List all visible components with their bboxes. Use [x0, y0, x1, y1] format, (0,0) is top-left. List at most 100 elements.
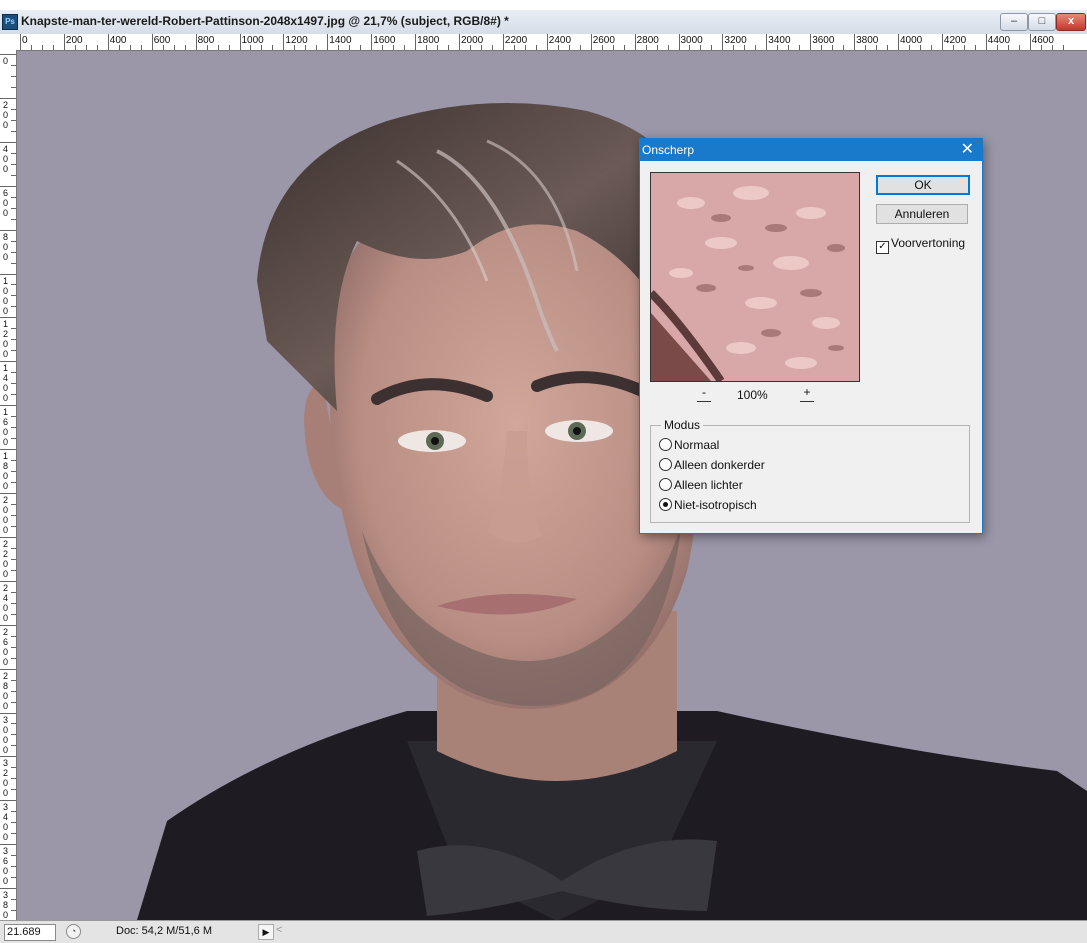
ruler-h-minor-tick: [667, 45, 669, 50]
ruler-h-label: 3000: [680, 35, 703, 46]
dialog-title: Onscherp: [642, 143, 695, 157]
radio-icon[interactable]: [659, 478, 672, 491]
ruler-v-label: 3800: [3, 890, 9, 920]
ruler-h-minor-tick: [294, 45, 296, 50]
ruler-h-major-tick: [1029, 34, 1031, 50]
ruler-h-minor-tick: [272, 45, 274, 50]
ruler-h-minor-tick: [393, 45, 395, 50]
ruler-v-minor-tick: [11, 482, 16, 484]
ruler-v-label: 200: [3, 99, 9, 130]
ruler-h-major-tick: [415, 34, 417, 50]
ruler-v-minor-tick: [11, 690, 16, 692]
mode-option-lighter[interactable]: Alleen lichter: [659, 478, 743, 492]
ruler-v-minor-tick: [11, 778, 16, 780]
preview-checkbox[interactable]: ✓ Voorvertoning: [876, 236, 965, 254]
mode-option-normal[interactable]: Normaal: [659, 438, 719, 452]
status-menu-arrow-icon[interactable]: ▶: [258, 924, 274, 940]
ruler-h-minor-tick: [469, 45, 471, 50]
maximize-button[interactable]: □: [1028, 13, 1056, 31]
ruler-v-label: 1800: [3, 451, 9, 492]
zoom-in-button[interactable]: +: [800, 386, 814, 402]
ruler-h-label: 3800: [856, 35, 879, 46]
ruler-v-minor-tick: [11, 734, 16, 736]
ruler-h-major-tick: [239, 34, 241, 50]
mode-option-anisotropic[interactable]: Niet-isotropisch: [659, 498, 757, 512]
ruler-h-major-tick: [590, 34, 592, 50]
ruler-v-major-tick: [0, 405, 16, 407]
ruler-v-major-tick: [0, 273, 16, 275]
ruler-h-minor-tick: [52, 45, 54, 50]
ruler-h-minor-tick: [305, 45, 307, 50]
minimize-button[interactable]: –: [1000, 13, 1028, 31]
mode-option-label: Normaal: [674, 438, 720, 452]
ruler-h-minor-tick: [426, 45, 428, 50]
mode-option-label: Alleen lichter: [674, 478, 743, 492]
ruler-v-major-tick: [0, 449, 16, 451]
ruler-h-minor-tick: [491, 45, 493, 50]
ruler-v-major-tick: [0, 844, 16, 846]
ruler-v-label: 1400: [3, 363, 9, 404]
ruler-h-minor-tick: [799, 45, 801, 50]
ruler-v-label: 600: [3, 187, 9, 218]
mode-option-label: Alleen donkerder: [674, 458, 765, 472]
ruler-v-minor-tick: [11, 295, 16, 297]
ruler-v-major-tick: [0, 185, 16, 187]
close-button[interactable]: x: [1056, 13, 1086, 31]
ruler-h-minor-tick: [700, 45, 702, 50]
ruler-v-minor-tick: [11, 514, 16, 516]
mode-option-darker[interactable]: Alleen donkerder: [659, 458, 765, 472]
ruler-h-label: 3600: [812, 35, 835, 46]
dialog-title-bar[interactable]: Onscherp ✕: [640, 139, 982, 161]
radio-icon[interactable]: [659, 438, 672, 451]
ruler-v-minor-tick: [11, 602, 16, 604]
ruler-v-minor-tick: [11, 119, 16, 121]
ruler-h-minor-tick: [535, 45, 537, 50]
checkbox-check-icon[interactable]: ✓: [876, 241, 889, 254]
document-title-bar[interactable]: Ps Knapste-man-ter-wereld-Robert-Pattins…: [0, 10, 1087, 35]
radio-selected-icon[interactable]: [659, 498, 672, 511]
ruler-h-major-tick: [459, 34, 460, 50]
blur-filter-dialog[interactable]: Onscherp ✕ - 100% + OK Annuleren ✓ Voorv…: [639, 138, 983, 534]
vertical-ruler[interactable]: 0 200 400 600 800 1000 1200 1400 1600 1800 2000 220…: [0, 50, 17, 920]
ruler-v-label: 3200: [3, 758, 9, 799]
ruler-h-major-tick: [371, 34, 373, 50]
mode-group: Modus Normaal Alleen donkerder Alleen li…: [650, 418, 970, 523]
ok-button[interactable]: OK: [876, 175, 970, 195]
ruler-h-minor-tick: [1007, 45, 1009, 50]
dialog-close-icon[interactable]: ✕: [961, 140, 974, 160]
ruler-h-label: 0: [22, 35, 28, 46]
ruler-h-minor-tick: [568, 45, 570, 50]
document-title: Knapste-man-ter-wereld-Robert-Pattinson-…: [21, 14, 509, 28]
ruler-h-minor-tick: [579, 45, 581, 50]
cancel-button[interactable]: Annuleren: [876, 204, 968, 224]
ruler-h-minor-tick: [184, 45, 186, 50]
ruler-v-minor-tick: [11, 789, 16, 791]
ruler-h-minor-tick: [162, 45, 164, 50]
ruler-origin[interactable]: [0, 34, 17, 51]
ruler-v-minor-tick: [11, 723, 16, 725]
zoom-input[interactable]: 21.689: [4, 924, 56, 941]
ruler-h-minor-tick: [996, 45, 998, 50]
ruler-h-minor-tick: [524, 45, 526, 50]
ruler-v-label: 3600: [3, 846, 9, 887]
filter-preview[interactable]: [650, 172, 860, 382]
ruler-h-minor-tick: [821, 45, 823, 50]
status-info-icon[interactable]: ◔: [66, 924, 81, 939]
scroll-left-icon[interactable]: <: [276, 924, 282, 936]
radio-icon[interactable]: [659, 458, 672, 471]
ruler-h-minor-tick: [832, 45, 834, 50]
zoom-out-button[interactable]: -: [697, 386, 711, 402]
ruler-h-minor-tick: [1062, 45, 1064, 50]
ruler-h-minor-tick: [85, 45, 87, 50]
ruler-v-major-tick: [0, 800, 16, 802]
ruler-v-minor-tick: [11, 910, 16, 912]
ruler-h-minor-tick: [876, 45, 878, 50]
ruler-h-label: 4000: [900, 35, 923, 46]
ruler-v-minor-tick: [11, 899, 16, 901]
ruler-h-major-tick: [283, 34, 285, 50]
horizontal-ruler[interactable]: 0 200 400 600 800 1000 1200 1400 1600 1800 2000 220…: [16, 34, 1087, 51]
ruler-v-minor-tick: [11, 328, 16, 330]
ruler-h-minor-tick: [930, 45, 932, 50]
ruler-h-minor-tick: [513, 45, 515, 50]
ruler-h-minor-tick: [338, 45, 340, 50]
